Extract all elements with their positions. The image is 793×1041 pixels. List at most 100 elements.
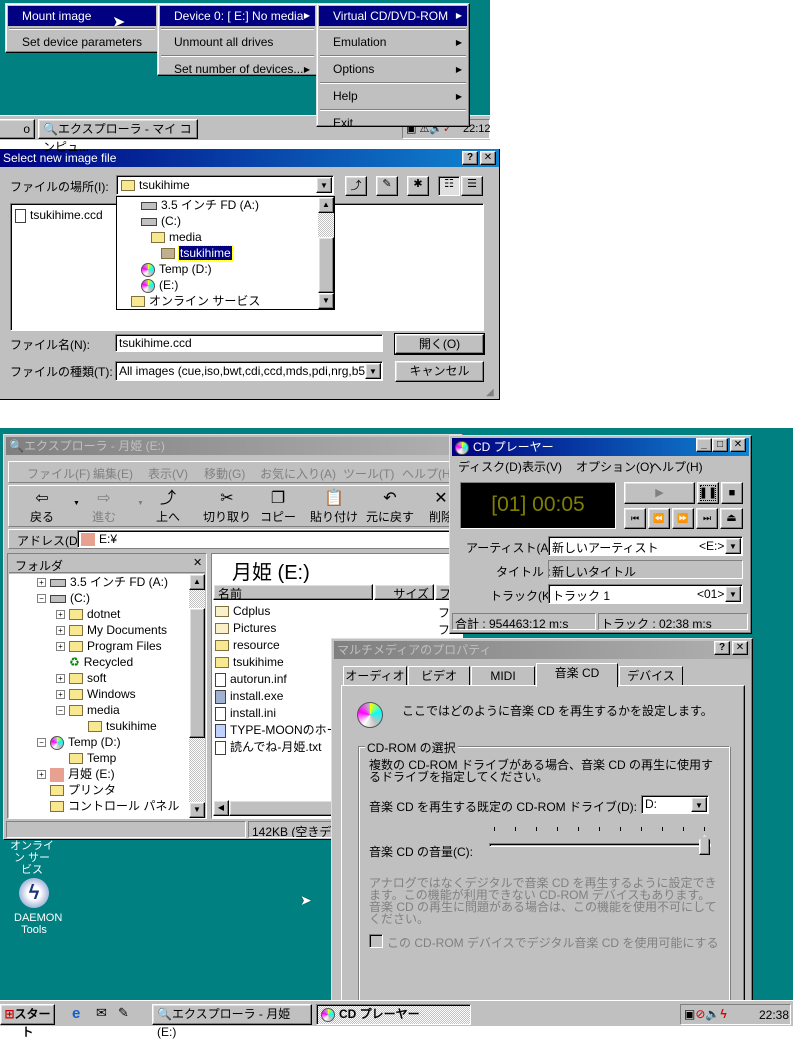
- filetype-combo[interactable]: All images (cue,iso,bwt,cdi,ccd,mds,pdi,…: [115, 361, 383, 381]
- tree-item[interactable]: +3.5 インチ FD (A:): [9, 574, 189, 590]
- dropdown-item[interactable]: オンライン サービス: [117, 293, 334, 309]
- list-view-button[interactable]: ☷: [438, 176, 460, 196]
- open-button[interactable]: 開く(O): [394, 333, 485, 355]
- digital-cd-checkbox[interactable]: [369, 934, 383, 948]
- desktop-icon-online-services[interactable]: オンライン サービス: [10, 840, 54, 876]
- tree-item[interactable]: + dotnet: [9, 606, 189, 622]
- menu-item-mount-image[interactable]: Mount image: [8, 6, 156, 26]
- details-view-button[interactable]: ☰: [461, 176, 483, 196]
- resize-grip-icon[interactable]: ◢: [486, 387, 494, 398]
- dropdown-item[interactable]: (C:): [117, 213, 334, 229]
- dropdown-scrollbar[interactable]: ▲ ▼: [318, 197, 334, 309]
- dropdown-item-selected[interactable]: tsukihime: [117, 245, 334, 261]
- tree-item[interactable]: ♻ Recycled: [9, 654, 189, 670]
- dropdown-item[interactable]: Temp (D:): [117, 261, 334, 277]
- dropdown-item[interactable]: 3.5 インチ FD (A:): [117, 197, 334, 213]
- back-button[interactable]: ⇦ 戻る: [17, 490, 67, 525]
- slider-thumb[interactable]: [699, 835, 710, 855]
- drive-select[interactable]: D: ▼: [641, 795, 709, 814]
- next-track-button[interactable]: ⏭: [696, 508, 718, 529]
- filename-input[interactable]: tsukihime.ccd: [115, 334, 383, 352]
- menu-help[interactable]: ヘルプ(H): [402, 465, 455, 482]
- tree-item[interactable]: − media: [9, 702, 189, 718]
- menu-item-exit[interactable]: Exit: [319, 113, 467, 134]
- tab-music-cd[interactable]: 音楽 CD: [536, 663, 618, 687]
- tab-devices[interactable]: デバイス: [619, 666, 683, 686]
- close-button[interactable]: ✕: [730, 438, 746, 452]
- paste-button[interactable]: 📋 貼り付け: [305, 490, 363, 525]
- maximize-button[interactable]: □: [712, 438, 728, 452]
- taskbar-button-explorer[interactable]: 🔍エクスプローラ - マイ コンピュ...: [38, 119, 198, 154]
- tree-item[interactable]: + soft: [9, 670, 189, 686]
- cancel-button[interactable]: キャンセル: [395, 361, 484, 382]
- dropdown-arrow-icon[interactable]: ▼: [725, 538, 741, 554]
- previous-track-button[interactable]: ⏮: [624, 508, 646, 529]
- tree-item[interactable]: プリンタ: [9, 782, 189, 798]
- track-combo[interactable]: トラック 1 <01> ▼: [548, 584, 743, 604]
- scroll-up-button[interactable]: ▲: [318, 197, 334, 213]
- menu-item-options[interactable]: Options ▶: [319, 59, 467, 80]
- menu-item-device-0[interactable]: Device 0: [ E:] No media ▶: [160, 6, 315, 26]
- menu-edit[interactable]: 編集(E): [93, 465, 133, 482]
- new-folder-button[interactable]: ✱: [407, 176, 429, 196]
- close-pane-icon[interactable]: ✕: [193, 556, 202, 569]
- file-item[interactable]: Pictures: [215, 620, 455, 637]
- pause-button[interactable]: ❚❚: [697, 482, 719, 504]
- undo-button[interactable]: ↶ 元に戻す: [362, 490, 418, 525]
- menu-item-virtual-cd-dvd-rom[interactable]: Virtual CD/DVD-ROM ▶: [319, 6, 467, 26]
- dropdown-arrow-icon[interactable]: ▼: [725, 586, 741, 602]
- scroll-down-button[interactable]: ▼: [189, 802, 205, 818]
- help-button[interactable]: ?: [714, 641, 730, 655]
- cut-button[interactable]: ✂ 切り取り: [202, 490, 252, 525]
- tree-item[interactable]: + 月姫 (E:): [9, 766, 189, 782]
- taskbar-button-start-partial[interactable]: o: [0, 119, 35, 139]
- artist-combo[interactable]: 新しいアーティスト <E:> ▼: [548, 536, 743, 556]
- address-input[interactable]: E:¥: [77, 530, 461, 548]
- stop-button[interactable]: ■: [721, 482, 743, 504]
- menu-disc[interactable]: ディスク(D): [458, 458, 522, 475]
- start-button[interactable]: ⊞スタート: [0, 1004, 55, 1039]
- scroll-left-button[interactable]: ◀: [213, 800, 229, 816]
- menu-help[interactable]: ヘルプ(H): [650, 458, 703, 475]
- menu-view[interactable]: 表示(V): [148, 465, 188, 482]
- tab-video[interactable]: ビデオ: [408, 666, 470, 686]
- file-item[interactable]: Cdplus: [215, 603, 455, 620]
- menu-favorites[interactable]: お気に入り(A): [260, 465, 336, 482]
- menu-item-emulation[interactable]: Emulation ▶: [319, 32, 467, 53]
- desktop-quicklaunch-icon[interactable]: ✎: [118, 1005, 129, 1021]
- menu-options[interactable]: オプション(O): [576, 458, 653, 475]
- folder-tree[interactable]: +3.5 インチ FD (A:) − (C:) + dotnet + My Docum…: [9, 574, 189, 818]
- play-button[interactable]: ▶: [624, 482, 695, 504]
- menu-file[interactable]: ファイル(F): [27, 465, 90, 482]
- tab-audio[interactable]: オーディオ: [343, 666, 407, 686]
- ie-quicklaunch-icon[interactable]: e: [72, 1005, 80, 1022]
- help-button[interactable]: ?: [462, 151, 478, 165]
- eject-button[interactable]: ⏏: [720, 508, 743, 529]
- volume-slider[interactable]: [489, 827, 711, 857]
- menu-item-set-device-parameters[interactable]: Set device parameters: [8, 32, 156, 52]
- menu-go[interactable]: 移動(G): [204, 465, 245, 482]
- tab-midi[interactable]: MIDI: [471, 666, 535, 686]
- dropdown-item[interactable]: media: [117, 229, 334, 245]
- tree-item[interactable]: − Temp (D:): [9, 734, 189, 750]
- tree-item[interactable]: + My Documents: [9, 622, 189, 638]
- close-button[interactable]: ✕: [480, 151, 496, 165]
- tree-item[interactable]: − (C:): [9, 590, 189, 606]
- copy-button[interactable]: ❐ コピー: [253, 490, 303, 525]
- forward-button[interactable]: ⇨ 進む: [79, 490, 129, 525]
- menu-item-help[interactable]: Help ▶: [319, 86, 467, 107]
- outlook-quicklaunch-icon[interactable]: ✉: [96, 1005, 107, 1021]
- file-item[interactable]: tsukihime.ccd: [15, 207, 103, 223]
- folder-tree-scrollbar[interactable]: ▲ ▼: [189, 574, 205, 818]
- close-button[interactable]: ✕: [732, 641, 748, 655]
- tree-item[interactable]: コントロール パネル: [9, 798, 189, 814]
- column-size[interactable]: サイズ: [374, 584, 434, 601]
- column-name[interactable]: 名前: [213, 584, 373, 601]
- taskbar-button-cd-player[interactable]: CD プレーヤー: [316, 1004, 471, 1025]
- rewind-button[interactable]: ⏪: [648, 508, 670, 529]
- scroll-down-button[interactable]: ▼: [318, 293, 334, 309]
- dropdown-arrow-icon[interactable]: ▼: [691, 797, 707, 812]
- up-button[interactable]: ⤴ 上へ: [143, 490, 193, 525]
- minimize-button[interactable]: _: [696, 438, 712, 452]
- tree-item[interactable]: tsukihime: [9, 718, 189, 734]
